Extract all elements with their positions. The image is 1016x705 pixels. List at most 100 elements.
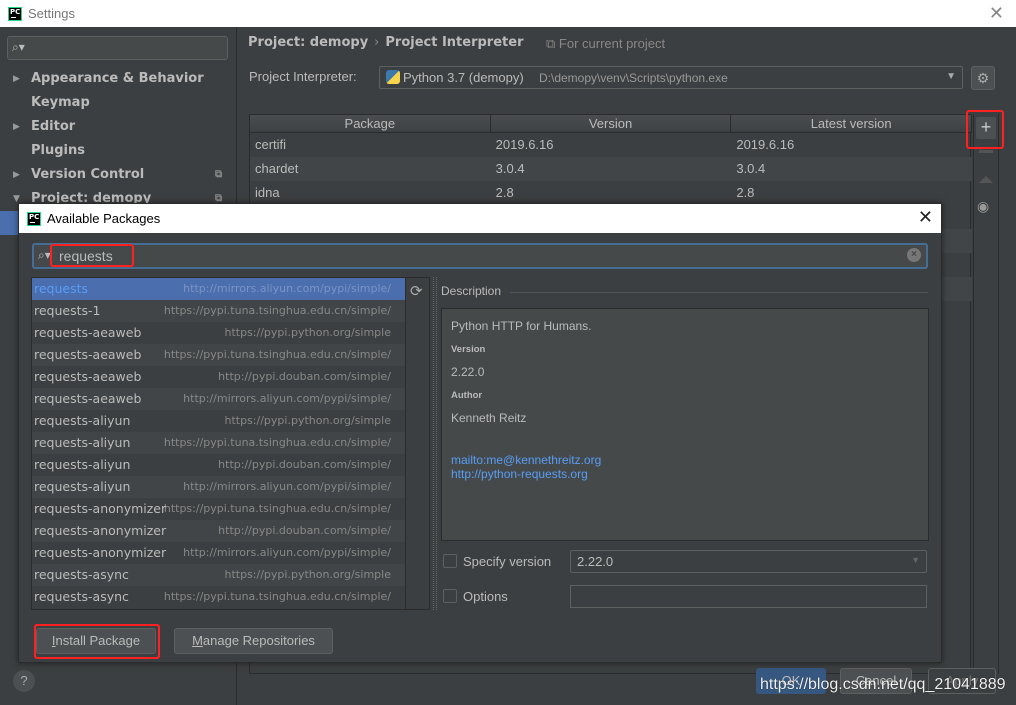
options-label: Options bbox=[463, 589, 508, 604]
package-repository: http://mirrors.aliyun.com/pypi/simple/ bbox=[183, 480, 391, 493]
package-repository: http://pypi.douban.com/simple/ bbox=[218, 524, 391, 537]
list-item[interactable]: http://mirrors.aliyun.com/pypi/simple/re… bbox=[32, 476, 405, 498]
package-name: requests bbox=[34, 281, 89, 296]
list-item[interactable]: https://pypi.python.org/simple requests-a… bbox=[32, 322, 405, 344]
version-select[interactable]: 2.22.0 ▼ bbox=[570, 550, 927, 573]
expand-arrow-icon: ▶ bbox=[13, 74, 20, 84]
breadcrumb-current: Project Interpreter bbox=[385, 35, 524, 50]
package-repository: http://mirrors.aliyun.com/pypi/simple/ bbox=[183, 546, 391, 559]
dialog-titlebar: PC Available Packages ✕ bbox=[19, 204, 941, 233]
sidebar-item-label: Version Control bbox=[31, 167, 145, 182]
package-repository: https://pypi.tuna.tsinghua.edu.cn/simple… bbox=[163, 348, 391, 361]
manage-repositories-button[interactable]: Manage Repositories bbox=[174, 628, 333, 654]
upgrade-package-button[interactable] bbox=[979, 176, 993, 183]
package-name: requests-aliyun bbox=[34, 435, 131, 450]
package-name: requests-aliyun bbox=[34, 479, 131, 494]
list-item[interactable]: https://pypi.tuna.tsinghua.edu.cn/simple… bbox=[32, 300, 405, 322]
list-item[interactable]: http://pypi.douban.com/simple/requests-a… bbox=[32, 454, 405, 476]
options-input[interactable] bbox=[570, 585, 927, 608]
column-header-version[interactable]: Version bbox=[491, 115, 732, 132]
for-current-project-label: ⧉ For current project bbox=[546, 36, 666, 51]
package-version: 2.22.0 bbox=[451, 365, 485, 379]
sidebar-selected-item[interactable] bbox=[0, 211, 18, 235]
highlight-install-button bbox=[34, 624, 160, 659]
expand-arrow-icon: ▶ bbox=[13, 170, 20, 180]
list-item[interactable]: http://mirrors.aliyun.com/pypi/simple/re… bbox=[32, 278, 405, 300]
list-item[interactable]: https://pypi.tuna.tsinghua.edu.cn/simple… bbox=[32, 498, 405, 520]
homepage-link[interactable]: http://python-requests.org bbox=[451, 467, 919, 481]
cell-latest: 3.0.4 bbox=[736, 161, 766, 176]
package-name: requests-aeaweb bbox=[34, 325, 142, 340]
package-name: requests-aeaweb bbox=[34, 347, 142, 362]
highlight-search bbox=[50, 244, 134, 267]
gear-icon[interactable]: ⚙ bbox=[971, 66, 995, 90]
sidebar-item-version-control[interactable]: ▶ Version Control ⧉ bbox=[0, 163, 236, 187]
dialog-close-button[interactable]: ✕ bbox=[918, 207, 933, 228]
table-row[interactable]: chardet 3.0.4 3.0.4 bbox=[250, 157, 972, 181]
column-header-latest[interactable]: Latest version bbox=[731, 115, 973, 132]
refresh-icon[interactable]: ⟳ bbox=[410, 282, 423, 300]
cell-latest: 2.8 bbox=[736, 185, 755, 200]
settings-titlebar: PC Settings ✕ bbox=[0, 0, 1016, 27]
sidebar-item-editor[interactable]: ▶ Editor bbox=[0, 115, 236, 139]
list-item[interactable]: http://mirrors.aliyun.com/pypi/simple/re… bbox=[32, 388, 405, 410]
search-icon: ⌕▾ bbox=[38, 248, 51, 262]
breadcrumb: Project: demopy › Project Interpreter bbox=[248, 35, 523, 50]
breadcrumb-parent[interactable]: Project: demopy bbox=[248, 35, 368, 50]
list-item[interactable]: https://pypi.tuna.tsinghua.edu.cn/simple… bbox=[32, 432, 405, 454]
package-name: requests-async bbox=[34, 567, 129, 582]
package-summary: Python HTTP for Humans. bbox=[451, 319, 592, 333]
package-repository: http://pypi.douban.com/simple/ bbox=[218, 458, 391, 471]
author-heading: Author bbox=[451, 390, 483, 401]
interpreter-select[interactable]: Python 3.7 (demopy) D:\demopy\venv\Scrip… bbox=[379, 66, 963, 89]
table-row[interactable]: certifi 2019.6.16 2019.6.16 bbox=[250, 133, 972, 157]
author-email-link[interactable]: mailto:me@kennethreitz.org bbox=[451, 453, 919, 467]
cell-package: idna bbox=[255, 185, 280, 200]
sidebar-item-appearance[interactable]: ▶ Appearance & Behavior bbox=[0, 67, 236, 91]
highlight-add-button bbox=[966, 110, 1004, 149]
list-item[interactable]: https://pypi.tuna.tsinghua.edu.cn/simple… bbox=[32, 344, 405, 366]
list-item[interactable]: https://pypi.python.org/simple requests-a… bbox=[32, 564, 405, 586]
list-item[interactable]: http://pypi.douban.com/simple/requests-a… bbox=[32, 520, 405, 542]
package-repository: https://pypi.tuna.tsinghua.edu.cn/simple… bbox=[163, 304, 391, 317]
package-repository: https://pypi.python.org/simple bbox=[224, 326, 392, 339]
mnemonic: M bbox=[192, 633, 203, 648]
button-label: anage Repositories bbox=[202, 633, 315, 648]
description-label: Description bbox=[441, 284, 502, 298]
options-checkbox[interactable] bbox=[443, 589, 457, 603]
search-icon: ⌕▾ bbox=[12, 40, 25, 54]
pycharm-logo-icon: PC bbox=[8, 6, 22, 21]
cell-version: 3.0.4 bbox=[495, 161, 525, 176]
list-item[interactable]: https://pypi.tuna.tsinghua.edu.cn/simple… bbox=[32, 586, 405, 608]
settings-close-button[interactable]: ✕ bbox=[989, 3, 1004, 24]
cell-version: 2.8 bbox=[495, 185, 514, 200]
splitter-handle[interactable] bbox=[433, 277, 437, 610]
package-repository: http://pypi.douban.com/simple/ bbox=[218, 370, 391, 383]
package-author: Kenneth Reitz bbox=[451, 411, 527, 425]
specify-version-checkbox[interactable] bbox=[443, 554, 457, 568]
table-row[interactable]: idna 2.8 2.8 bbox=[250, 181, 972, 205]
sidebar-item-label: Keymap bbox=[31, 95, 90, 110]
list-item[interactable]: http://pypi.douban.com/simple/requests-a… bbox=[32, 366, 405, 388]
settings-search-input[interactable]: ⌕▾ bbox=[7, 36, 228, 60]
watermark: https://blog.csdn.net/qq_21041889 bbox=[760, 676, 1006, 693]
help-button[interactable]: ? bbox=[13, 670, 35, 692]
cell-package: certifi bbox=[255, 137, 287, 152]
sidebar-item-plugins[interactable]: Plugins bbox=[0, 139, 236, 163]
list-item[interactable]: http://mirrors.aliyun.com/pypi/simple/re… bbox=[32, 542, 405, 564]
list-item[interactable]: https://pypi.python.org/simple requests-a… bbox=[32, 410, 405, 432]
package-repository: https://pypi.tuna.tsinghua.edu.cn/simple… bbox=[163, 436, 391, 449]
sidebar-item-keymap[interactable]: Keymap bbox=[0, 91, 236, 115]
remove-package-button[interactable] bbox=[979, 150, 993, 153]
package-name: requests-aeaweb bbox=[34, 391, 142, 406]
package-name: requests-1 bbox=[34, 303, 101, 318]
description-panel: Python HTTP for Humans. Version 2.22.0 A… bbox=[441, 308, 929, 541]
package-search-input[interactable]: ⌕▾ requests × bbox=[32, 243, 928, 269]
column-header-package[interactable]: Package bbox=[250, 115, 491, 132]
eye-icon[interactable]: ◉ bbox=[977, 198, 989, 215]
version-heading: Version bbox=[451, 344, 486, 355]
sidebar-item-label: Editor bbox=[31, 119, 76, 134]
package-name: requests-async bbox=[34, 589, 129, 604]
clear-search-icon[interactable]: × bbox=[907, 248, 921, 262]
packages-table-header: Package Version Latest version bbox=[250, 115, 973, 133]
